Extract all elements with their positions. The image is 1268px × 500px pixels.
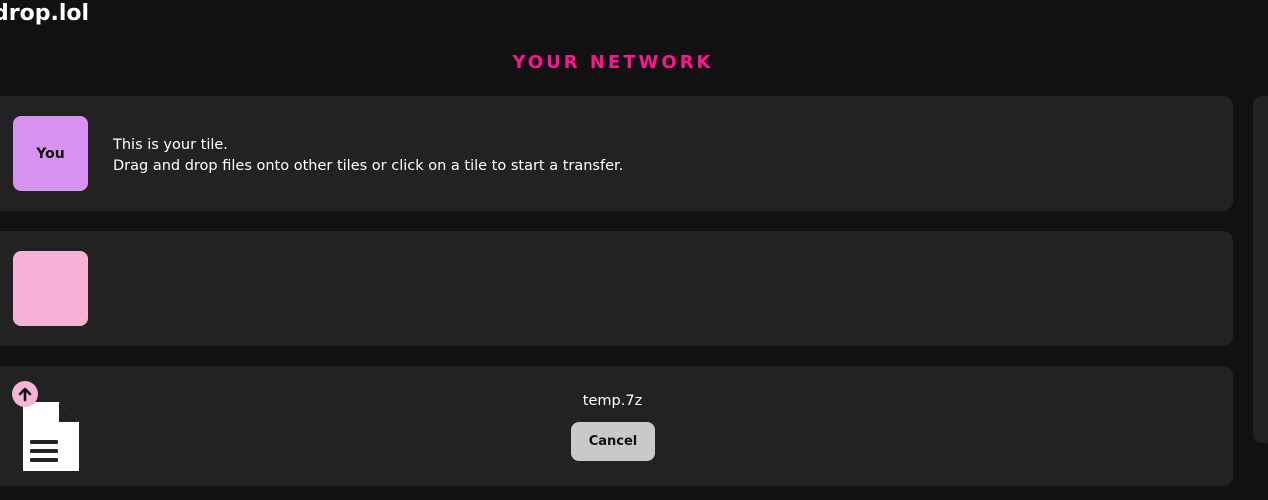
peer-avatar[interactable] (13, 251, 88, 326)
network-heading: YOUR NETWORK (512, 52, 714, 73)
side-panel (1253, 96, 1268, 443)
transfer-file-name: temp.7z (582, 393, 643, 409)
own-tile-line-1: This is your tile. (113, 137, 228, 153)
peer-tile[interactable] (0, 231, 1233, 346)
own-tile: You This is your tile. Drag and drop fil… (0, 96, 1233, 211)
transfer-tile: temp.7z Cancel (0, 366, 1233, 486)
own-tile-line-2: Drag and drop files onto other tiles or … (113, 158, 624, 174)
own-tile-description: This is your tile. Drag and drop files o… (113, 135, 623, 177)
own-avatar: You (13, 116, 88, 191)
cancel-transfer-button[interactable]: Cancel (571, 422, 655, 461)
app-title: drop.lol (0, 1, 90, 26)
